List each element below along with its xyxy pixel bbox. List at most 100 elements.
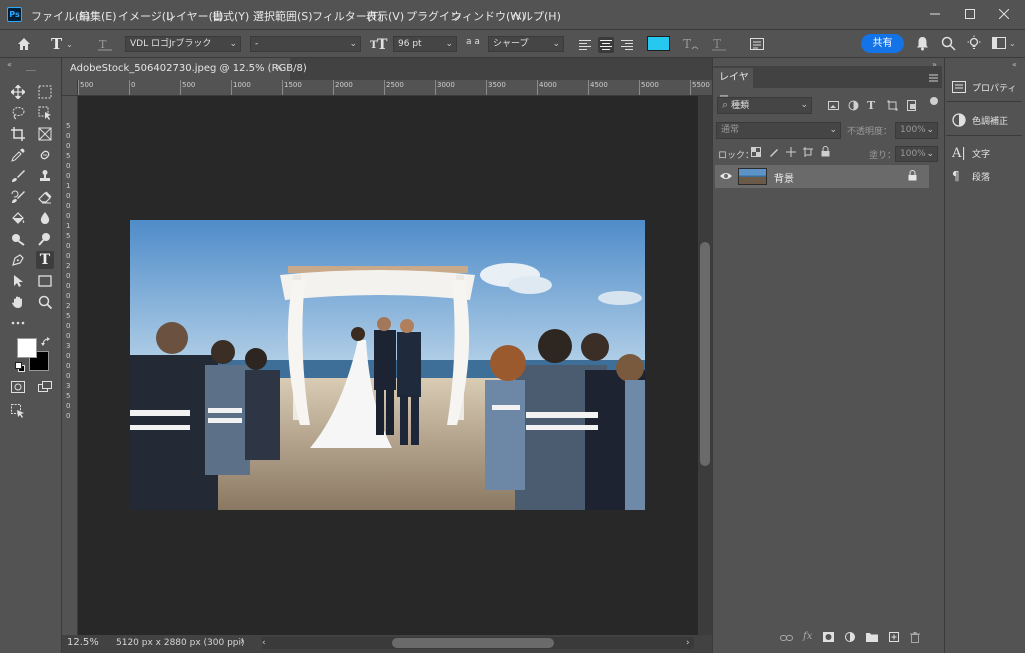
expand-dock-icon[interactable]: « [1012, 60, 1017, 69]
filter-type-icon[interactable]: T [867, 99, 875, 112]
sponge-tool-icon[interactable] [36, 230, 54, 248]
discover-icon[interactable] [966, 35, 982, 51]
eyedropper-tool-icon[interactable] [9, 146, 27, 164]
lock-image-pixels-icon[interactable] [769, 147, 779, 157]
layer-name[interactable]: 背景 [774, 170, 794, 185]
layer-style-fx-icon[interactable]: fx [803, 631, 812, 642]
filter-smart-object-icon[interactable] [906, 100, 917, 111]
vertical-scrollbar[interactable] [698, 96, 712, 635]
dock-properties[interactable]: プロパティ [952, 77, 1022, 97]
dock-paragraph[interactable]: ¶ 段落 [952, 166, 1022, 186]
tab-layers[interactable]: レイヤー [713, 68, 753, 103]
minimize-icon[interactable] [924, 4, 946, 24]
collapse-panel-icon[interactable]: « [7, 60, 12, 69]
close-icon[interactable] [993, 4, 1015, 24]
notifications-icon[interactable] [915, 36, 930, 51]
3d-text-icon[interactable]: T [711, 36, 727, 52]
link-layers-icon[interactable] [780, 633, 793, 643]
dock-adjustments[interactable]: 色調補正 [952, 110, 1022, 130]
fill-field[interactable]: 100% ⌄ [895, 146, 938, 162]
eraser-tool-icon[interactable] [36, 188, 54, 206]
blend-mode-select[interactable]: 通常 ⌄ [716, 122, 841, 139]
warp-text-icon[interactable]: T [682, 36, 700, 52]
scroll-left-icon[interactable]: ‹ [262, 637, 266, 649]
maximize-icon[interactable] [959, 4, 981, 24]
history-brush-tool-icon[interactable] [9, 188, 27, 206]
vertical-scroll-thumb[interactable] [700, 242, 710, 466]
text-color-swatch[interactable] [647, 36, 670, 51]
ruler-origin[interactable] [62, 80, 78, 96]
font-family-select[interactable]: VDL ロゴJrブラック ⌄ [125, 36, 241, 52]
align-center-icon[interactable] [598, 37, 614, 53]
new-layer-icon[interactable] [889, 632, 899, 642]
screen-mode-icon[interactable] [36, 378, 54, 396]
filter-toggle-icon[interactable] [930, 97, 938, 105]
scroll-right-icon[interactable]: › [686, 637, 690, 649]
object-selection-tool-icon[interactable] [36, 104, 54, 122]
horizontal-type-tool-icon[interactable]: T [36, 251, 54, 269]
opacity-field[interactable]: 100% ⌄ [895, 122, 938, 139]
dodge-tool-icon[interactable] [9, 230, 27, 248]
menu-view[interactable]: 表示(V) [366, 8, 404, 24]
filter-pixel-icon[interactable] [828, 100, 839, 111]
layer-row[interactable]: 背景 [715, 165, 929, 188]
default-colors-icon[interactable] [15, 362, 25, 372]
home-icon[interactable] [16, 36, 32, 52]
menu-select[interactable]: 選択範囲(S) [253, 8, 313, 24]
edit-toolbar-icon[interactable] [9, 314, 27, 332]
status-menu-chevron-icon[interactable]: › [240, 636, 244, 647]
lock-transparent-pixels-icon[interactable] [751, 147, 761, 157]
document-image[interactable] [130, 220, 645, 510]
spot-healing-brush-tool-icon[interactable] [36, 146, 54, 164]
rectangle-tool-icon[interactable] [36, 272, 54, 290]
hand-tool-icon[interactable] [9, 293, 27, 311]
new-adjustment-layer-icon[interactable] [845, 632, 855, 642]
align-right-icon[interactable] [619, 37, 635, 53]
dock-character[interactable]: A| 文字 [952, 143, 1022, 163]
document-tab[interactable]: AdobeStock_506402730.jpeg @ 12.5% (RGB/8… [62, 58, 307, 80]
align-left-icon[interactable] [577, 37, 593, 53]
character-panel-toggle-icon[interactable] [749, 36, 765, 52]
horizontal-scrollbar[interactable]: ‹ › [262, 637, 694, 649]
frame-tool-icon[interactable] [36, 125, 54, 143]
generative-expand-icon[interactable] [9, 402, 27, 420]
crop-tool-icon[interactable] [9, 125, 27, 143]
horizontal-scroll-thumb[interactable] [392, 638, 554, 648]
swap-colors-icon[interactable] [41, 337, 51, 347]
lasso-tool-icon[interactable] [9, 104, 27, 122]
antialias-select[interactable]: シャープ ⌄ [488, 36, 564, 52]
lock-artboard-icon[interactable] [803, 147, 813, 157]
close-tab-icon[interactable]: × [275, 62, 283, 73]
blur-tool-icon[interactable] [36, 209, 54, 227]
zoom-tool-icon[interactable] [36, 293, 54, 311]
brush-tool-icon[interactable] [9, 167, 27, 185]
foreground-color-swatch[interactable] [17, 338, 37, 358]
filter-shape-icon[interactable] [887, 100, 898, 111]
menu-edit[interactable]: 編集(E) [79, 8, 117, 24]
delete-layer-icon[interactable] [910, 632, 920, 643]
tool-preset-picker[interactable]: T ⌄ [51, 35, 73, 53]
workspace-switcher[interactable]: ⌄ [992, 37, 1016, 49]
menu-type[interactable]: 書式(Y) [212, 8, 249, 24]
marquee-tool-icon[interactable] [36, 83, 54, 101]
filter-adjustment-icon[interactable] [848, 100, 859, 111]
canvas-area[interactable] [78, 96, 698, 635]
move-tool-icon[interactable] [9, 83, 27, 101]
add-layer-mask-icon[interactable] [823, 632, 834, 642]
new-group-icon[interactable] [866, 632, 878, 642]
clone-stamp-tool-icon[interactable] [36, 167, 54, 185]
search-icon[interactable] [941, 36, 956, 51]
lock-all-icon[interactable] [821, 146, 830, 157]
layer-filter-select[interactable]: ⌕ 種類 ⌄ [717, 97, 812, 114]
toggle-text-orientation-icon[interactable]: T [97, 36, 113, 52]
zoom-level[interactable]: 12.5% [67, 637, 99, 648]
font-style-select[interactable]: - ⌄ [250, 36, 361, 52]
layer-visibility-eye-icon[interactable] [720, 171, 732, 181]
pen-tool-icon[interactable] [9, 251, 27, 269]
lock-position-icon[interactable] [786, 147, 796, 157]
paint-bucket-tool-icon[interactable] [9, 209, 27, 227]
panel-menu-icon[interactable] [929, 74, 938, 82]
share-button[interactable]: 共有 [861, 34, 904, 53]
font-size-field[interactable]: 96 pt ⌄ [393, 36, 457, 52]
menu-help[interactable]: ヘルプ(H) [511, 8, 561, 24]
